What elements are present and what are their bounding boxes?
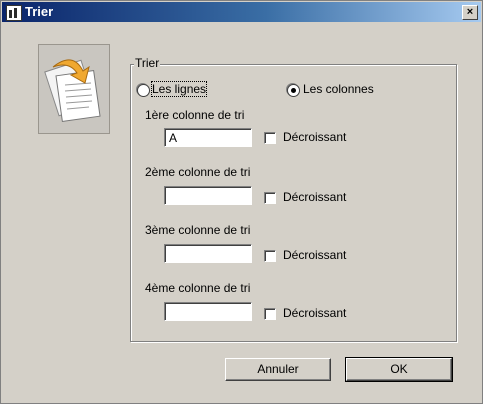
- sort-key-2-descending-label[interactable]: Décroissant: [283, 190, 346, 204]
- sort-key-4-descending-label[interactable]: Décroissant: [283, 306, 346, 320]
- cancel-button[interactable]: Annuler: [225, 358, 331, 381]
- sort-key-3-input[interactable]: [164, 244, 252, 263]
- sort-key-3-descending-checkbox[interactable]: [264, 250, 276, 262]
- rows-radio[interactable]: [137, 84, 150, 97]
- rows-radio-label[interactable]: Les lignes: [150, 81, 208, 97]
- group-label: Trier: [134, 56, 161, 70]
- close-button[interactable]: ×: [462, 5, 478, 20]
- sort-key-4-label: 4ème colonne de tri: [145, 281, 251, 295]
- columns-radio-label[interactable]: Les colonnes: [303, 82, 374, 96]
- sort-key-4-descending-checkbox[interactable]: [264, 308, 276, 320]
- sort-key-3-label: 3ème colonne de tri: [145, 223, 251, 237]
- sort-documents-icon: [38, 44, 110, 134]
- sort-key-3-descending-label[interactable]: Décroissant: [283, 248, 346, 262]
- sort-key-1-descending-label[interactable]: Décroissant: [283, 130, 346, 144]
- sort-key-1-input[interactable]: A: [164, 128, 252, 147]
- sort-key-4-input[interactable]: [164, 302, 252, 321]
- sort-key-1-label: 1ère colonne de tri: [145, 108, 245, 122]
- ok-button[interactable]: OK: [345, 357, 453, 382]
- sort-dialog: Trier × Trier Les lignes Les colonnes 1è…: [0, 0, 483, 404]
- app-icon: [6, 5, 22, 21]
- title-bar[interactable]: Trier ×: [2, 2, 481, 22]
- sort-key-1-descending-checkbox[interactable]: [264, 132, 276, 144]
- sort-key-2-label: 2ème colonne de tri: [145, 165, 251, 179]
- columns-radio[interactable]: [287, 84, 300, 97]
- window-title: Trier: [25, 4, 54, 19]
- sort-key-2-input[interactable]: [164, 186, 252, 205]
- sort-key-2-descending-checkbox[interactable]: [264, 192, 276, 204]
